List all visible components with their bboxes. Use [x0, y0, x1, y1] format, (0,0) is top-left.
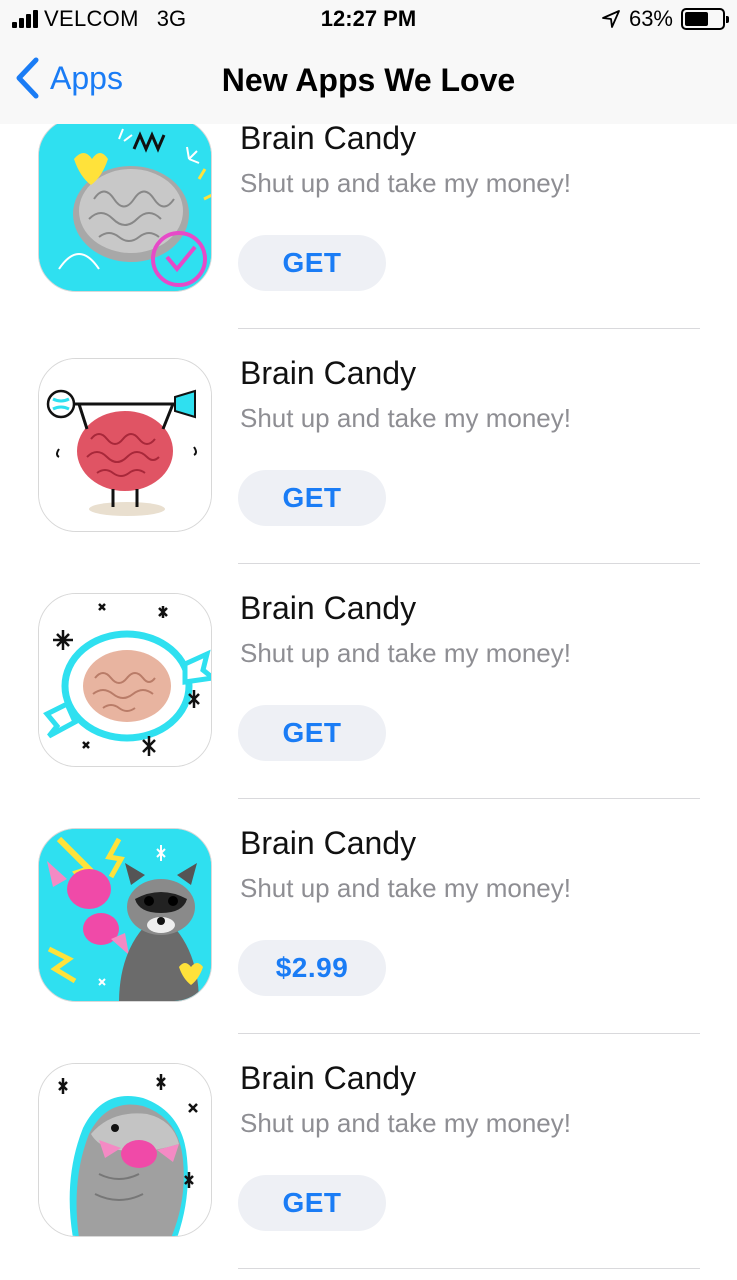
battery-icon: [681, 8, 729, 30]
app-subtitle: Shut up and take my money!: [240, 168, 571, 198]
app-name: Brain Candy: [240, 590, 417, 626]
status-right: 63%: [601, 6, 729, 32]
brain-barbell-icon[interactable]: [38, 358, 212, 532]
app-subtitle: Shut up and take my money!: [240, 873, 571, 903]
row-separator: [238, 328, 700, 329]
location-arrow-icon: [602, 10, 620, 28]
app-subtitle: Shut up and take my money!: [240, 1108, 571, 1138]
row-separator: [238, 563, 700, 564]
get-button[interactable]: GET: [238, 470, 386, 526]
app-name: Brain Candy: [240, 825, 417, 861]
raccoon-candy-icon[interactable]: [38, 828, 212, 1002]
app-subtitle: Shut up and take my money!: [240, 403, 571, 433]
price-button[interactable]: $2.99: [238, 940, 386, 996]
app-row[interactable]: Brain Candy Shut up and take my money! $…: [0, 823, 737, 1058]
app-name: Brain Candy: [240, 355, 417, 391]
app-name: Brain Candy: [240, 124, 417, 156]
app-row[interactable]: Brain Candy Shut up and take my money! G…: [0, 353, 737, 588]
battery-percent: 63%: [628, 6, 673, 31]
get-button[interactable]: GET: [238, 1175, 386, 1231]
app-row[interactable]: Brain Candy Shut up and take my money! G…: [0, 588, 737, 823]
app-row[interactable]: Brain Candy Shut up and take my money! G…: [0, 1058, 737, 1280]
app-subtitle: Shut up and take my money!: [240, 638, 571, 668]
row-separator: [238, 1033, 700, 1034]
app-list[interactable]: Brain Candy Shut up and take my money! G…: [0, 124, 737, 1280]
brain-candy-wrapper-icon[interactable]: [38, 593, 212, 767]
navigation-bar: Apps New Apps We Love: [0, 40, 737, 124]
row-separator: [238, 798, 700, 799]
get-button[interactable]: GET: [238, 705, 386, 761]
brain-grey-cyan-icon[interactable]: [38, 124, 212, 292]
dinosaur-candy-icon[interactable]: [38, 1063, 212, 1237]
get-button[interactable]: GET: [238, 235, 386, 291]
app-name: Brain Candy: [240, 1060, 417, 1096]
status-bar: VELCOM 3G 12:27 PM 63%: [0, 0, 737, 40]
page-title: New Apps We Love: [221, 62, 516, 98]
row-separator: [238, 1268, 700, 1269]
app-row[interactable]: Brain Candy Shut up and take my money! G…: [0, 124, 737, 353]
